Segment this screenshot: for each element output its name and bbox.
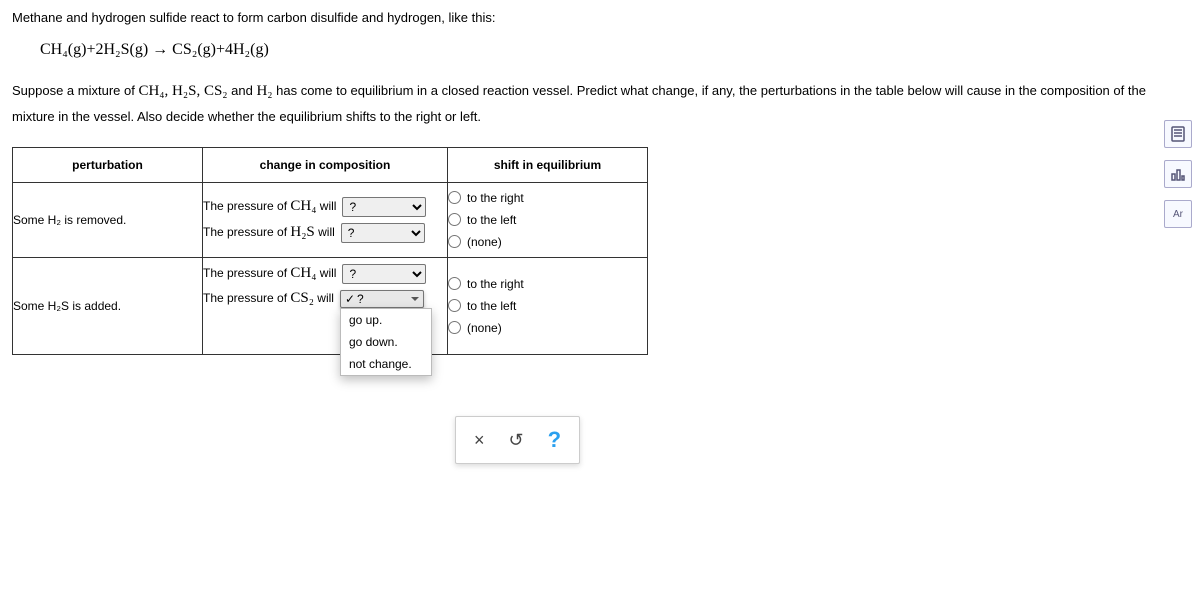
reaction-equation: CH₄(g)+2H₂S(g) → CS₂(g)+4H₂(g)	[40, 37, 1188, 63]
table-row: Some H₂S is added. The pressure of CH₄ w…	[13, 257, 648, 354]
bars-icon[interactable]	[1164, 160, 1192, 188]
equilibrium-table: perturbation change in composition shift…	[12, 147, 648, 355]
shift-cell: to the right to the left (none)	[448, 182, 648, 257]
header-change: change in composition	[203, 147, 448, 182]
shift-option-left[interactable]: to the left	[448, 299, 647, 313]
dropdown-list: go up. go down. not change.	[340, 308, 432, 376]
change-select-h2s-row1[interactable]: ?	[341, 223, 425, 243]
change-label: The pressure of H₂S will	[203, 224, 335, 241]
help-button[interactable]: ?	[548, 427, 561, 453]
header-shift: shift in equilibrium	[448, 147, 648, 182]
shift-cell: to the right to the left (none)	[448, 257, 648, 354]
close-button[interactable]: ×	[474, 430, 485, 451]
reset-button[interactable]: ↺	[509, 430, 524, 451]
shift-option-left[interactable]: to the left	[448, 213, 647, 227]
calculator-icon[interactable]	[1164, 120, 1192, 148]
shift-option-none[interactable]: (none)	[448, 321, 647, 335]
dropdown-option[interactable]: not change.	[341, 353, 431, 375]
change-select-cs2-row2[interactable]: ✓? go up. go down. not change.	[340, 290, 424, 308]
header-perturbation: perturbation	[13, 147, 203, 182]
perturbation-cell: Some H₂ is removed.	[13, 182, 203, 257]
dropdown-option[interactable]: go up.	[341, 309, 431, 331]
change-select-ch4-row2[interactable]: ?	[342, 264, 426, 284]
table-row: Some H₂ is removed. The pressure of CH₄ …	[13, 182, 648, 257]
shift-option-right[interactable]: to the right	[448, 277, 647, 291]
shift-option-right[interactable]: to the right	[448, 191, 647, 205]
shift-option-none[interactable]: (none)	[448, 235, 647, 249]
periodic-table-icon[interactable]: Ar	[1164, 200, 1192, 228]
change-label: The pressure of CS₂ will	[203, 290, 334, 307]
change-select-ch4-row1[interactable]: ?	[342, 197, 426, 217]
change-cell: The pressure of CH₄ will ? The pressure …	[203, 257, 448, 354]
perturbation-cell: Some H₂S is added.	[13, 257, 203, 354]
problem-statement: Suppose a mixture of CH₄, H₂S, CS₂ and H…	[12, 78, 1188, 128]
intro-text: Methane and hydrogen sulfide react to fo…	[12, 8, 1188, 29]
change-label: The pressure of CH₄ will	[203, 198, 336, 215]
dropdown-option[interactable]: go down.	[341, 331, 431, 353]
action-bar: × ↺ ?	[455, 416, 580, 464]
change-label: The pressure of CH₄ will	[203, 265, 336, 282]
dropdown-button[interactable]: ✓?	[340, 290, 424, 308]
change-cell: The pressure of CH₄ will ? The pressure …	[203, 182, 448, 257]
side-toolbar: Ar	[1164, 120, 1192, 228]
intro-block: Methane and hydrogen sulfide react to fo…	[12, 8, 1188, 62]
